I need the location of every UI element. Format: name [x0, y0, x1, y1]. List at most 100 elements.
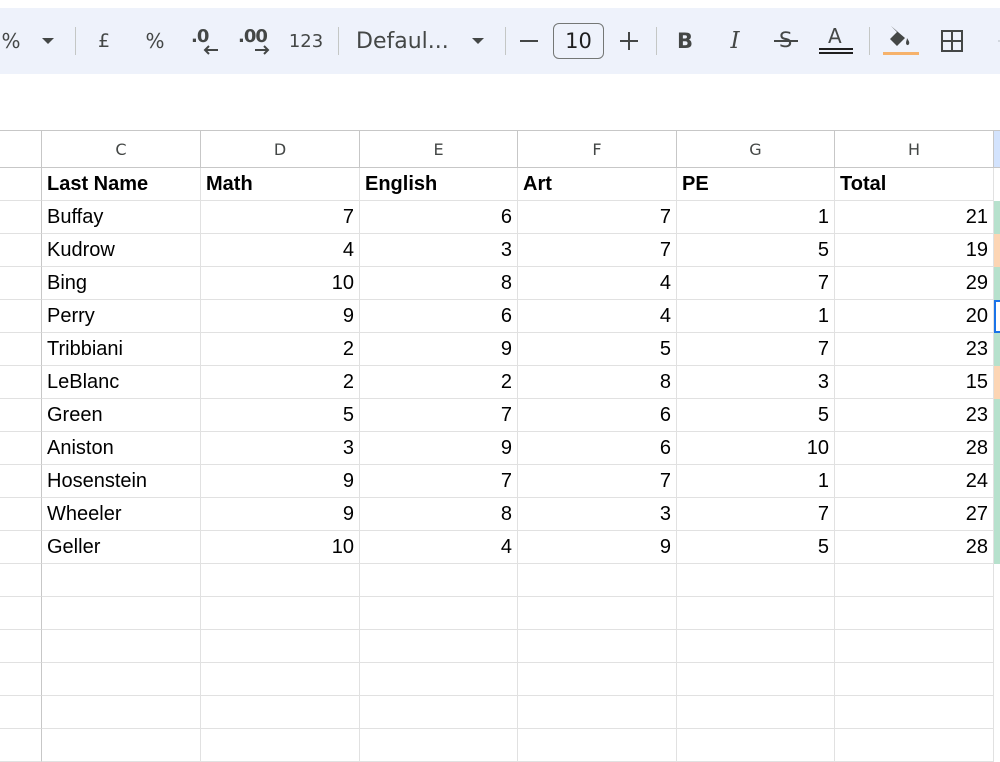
conditional-format-cell-edge[interactable] — [994, 465, 1000, 498]
row-header[interactable] — [0, 498, 42, 531]
score-cell[interactable]: 23 — [835, 333, 994, 366]
format-as-percent-button[interactable]: % — [0, 8, 22, 74]
row-header[interactable] — [0, 531, 42, 564]
score-cell[interactable]: 3 — [360, 234, 518, 267]
column-header-d[interactable]: D — [201, 130, 360, 168]
strikethrough-button[interactable]: S — [772, 8, 800, 74]
empty-cell[interactable] — [835, 729, 994, 762]
row-header[interactable] — [0, 630, 42, 663]
increase-decimal-button[interactable]: .00 — [238, 8, 274, 74]
row-header[interactable] — [0, 234, 42, 267]
row-header[interactable] — [0, 399, 42, 432]
empty-cell[interactable] — [201, 564, 360, 597]
score-cell[interactable]: 21 — [835, 201, 994, 234]
conditional-format-cell-edge[interactable] — [994, 531, 1000, 564]
score-cell[interactable]: 4 — [201, 234, 360, 267]
column-header-g[interactable]: G — [677, 130, 835, 168]
score-cell[interactable]: 28 — [835, 432, 994, 465]
empty-cell[interactable] — [360, 597, 518, 630]
score-cell[interactable]: 6 — [518, 432, 677, 465]
last-name-cell[interactable]: Bing — [42, 267, 201, 300]
empty-cell[interactable] — [360, 564, 518, 597]
empty-cell[interactable] — [677, 696, 835, 729]
row-header[interactable] — [0, 300, 42, 333]
row-header[interactable] — [0, 366, 42, 399]
empty-cell[interactable] — [201, 663, 360, 696]
header-cell[interactable]: Art — [518, 168, 677, 201]
empty-cell[interactable] — [677, 663, 835, 696]
empty-cell[interactable] — [835, 696, 994, 729]
score-cell[interactable]: 1 — [677, 300, 835, 333]
score-cell[interactable]: 15 — [835, 366, 994, 399]
header-cell[interactable]: Math — [201, 168, 360, 201]
last-name-cell[interactable]: Aniston — [42, 432, 201, 465]
score-cell[interactable]: 7 — [518, 465, 677, 498]
last-name-cell[interactable]: Hosenstein — [42, 465, 201, 498]
empty-cell[interactable] — [518, 630, 677, 663]
empty-cell[interactable] — [677, 564, 835, 597]
score-cell[interactable]: 29 — [835, 267, 994, 300]
row-header[interactable] — [0, 333, 42, 366]
empty-cell[interactable] — [201, 729, 360, 762]
score-cell[interactable]: 7 — [677, 267, 835, 300]
empty-cell[interactable] — [201, 630, 360, 663]
empty-cell[interactable] — [835, 597, 994, 630]
header-cell[interactable]: PE — [677, 168, 835, 201]
row-header[interactable] — [0, 663, 42, 696]
score-cell[interactable]: 5 — [201, 399, 360, 432]
score-cell[interactable]: 7 — [360, 399, 518, 432]
score-cell[interactable]: 6 — [360, 201, 518, 234]
score-cell[interactable]: 10 — [201, 267, 360, 300]
empty-cell[interactable] — [360, 696, 518, 729]
conditional-format-cell-edge[interactable] — [994, 201, 1000, 234]
last-name-cell[interactable]: Perry — [42, 300, 201, 333]
score-cell[interactable]: 7 — [360, 465, 518, 498]
score-cell[interactable]: 23 — [835, 399, 994, 432]
conditional-format-cell-edge[interactable] — [994, 399, 1000, 432]
score-cell[interactable]: 9 — [518, 531, 677, 564]
empty-cell[interactable] — [201, 696, 360, 729]
score-cell[interactable]: 4 — [518, 267, 677, 300]
column-header-i-partial[interactable] — [994, 130, 1000, 168]
conditional-format-cell-edge[interactable] — [994, 432, 1000, 465]
score-cell[interactable]: 8 — [360, 267, 518, 300]
text-color-button[interactable]: A — [816, 8, 856, 74]
fill-color-button[interactable] — [880, 8, 920, 74]
last-name-cell[interactable]: Tribbiani — [42, 333, 201, 366]
empty-cell[interactable] — [42, 696, 201, 729]
empty-cell[interactable] — [518, 729, 677, 762]
last-name-cell[interactable]: Geller — [42, 531, 201, 564]
last-name-cell[interactable]: LeBlanc — [42, 366, 201, 399]
empty-cell[interactable] — [201, 597, 360, 630]
score-cell[interactable]: 1 — [677, 465, 835, 498]
row-header[interactable] — [0, 465, 42, 498]
italic-button[interactable]: I — [722, 8, 748, 74]
score-cell[interactable]: 7 — [677, 333, 835, 366]
decrease-font-size-button[interactable] — [516, 8, 542, 74]
empty-cell[interactable] — [835, 630, 994, 663]
empty-cell[interactable] — [677, 630, 835, 663]
score-cell[interactable]: 9 — [360, 432, 518, 465]
score-cell[interactable]: 20 — [835, 300, 994, 333]
score-cell[interactable]: 24 — [835, 465, 994, 498]
column-header-e[interactable]: E — [360, 130, 518, 168]
column-header-f[interactable]: F — [518, 130, 677, 168]
empty-cell[interactable] — [835, 564, 994, 597]
header-cell[interactable]: English — [360, 168, 518, 201]
conditional-format-cell-edge[interactable] — [994, 267, 1000, 300]
score-cell[interactable]: 2 — [201, 366, 360, 399]
empty-cell[interactable] — [518, 564, 677, 597]
empty-cell[interactable] — [42, 630, 201, 663]
empty-cell[interactable] — [835, 663, 994, 696]
column-header-c[interactable]: C — [42, 130, 201, 168]
empty-cell[interactable] — [360, 729, 518, 762]
empty-cell[interactable] — [518, 663, 677, 696]
decrease-decimal-button[interactable]: .0 — [188, 8, 222, 74]
last-name-cell[interactable]: Kudrow — [42, 234, 201, 267]
score-cell[interactable]: 5 — [677, 399, 835, 432]
score-cell[interactable]: 8 — [360, 498, 518, 531]
row-header[interactable] — [0, 696, 42, 729]
score-cell[interactable]: 2 — [201, 333, 360, 366]
score-cell[interactable]: 10 — [677, 432, 835, 465]
score-cell[interactable]: 9 — [201, 498, 360, 531]
